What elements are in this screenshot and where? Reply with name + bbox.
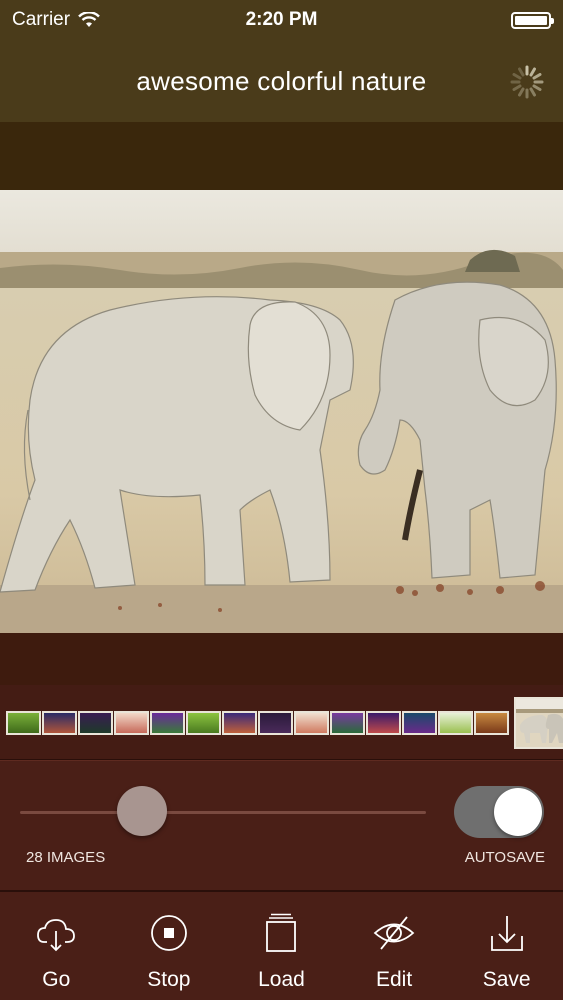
edit-label: Edit: [375, 968, 413, 991]
go-button[interactable]: Go: [11, 912, 101, 992]
page-title: awesome colorful nature: [136, 65, 427, 96]
thumbnail-item[interactable]: [42, 711, 77, 735]
cloud-download-icon: [37, 919, 76, 952]
top-band: [0, 122, 563, 190]
thumbnail-item[interactable]: [294, 711, 329, 735]
load-label: Load: [258, 968, 305, 991]
thumbnail-strip[interactable]: [0, 685, 563, 760]
edit-button[interactable]: Edit: [349, 912, 439, 992]
thumbnail-item[interactable]: [438, 711, 473, 735]
main-photo: [0, 190, 563, 633]
thumbnail-item[interactable]: [330, 711, 365, 735]
thumbnail-list: [6, 711, 509, 735]
thumbnail-item[interactable]: [366, 711, 401, 735]
thumbnail-item[interactable]: [186, 711, 221, 735]
nav-bar: awesome colorful nature: [0, 40, 563, 122]
stop-icon: [150, 915, 187, 951]
save-label: Save: [482, 968, 531, 991]
battery-icon: [511, 11, 554, 29]
status-bar: Carrier 2:20 PM: [0, 0, 563, 40]
wifi-icon: [78, 12, 100, 27]
stop-label: Stop: [147, 968, 191, 991]
carrier-label: Carrier: [12, 9, 71, 30]
load-button[interactable]: Load: [236, 912, 326, 992]
autosave-toggle-knob: [494, 788, 542, 836]
images-count-label: 28 IMAGES: [26, 849, 106, 866]
thumbnail-item[interactable]: [222, 711, 257, 735]
go-label: Go: [42, 968, 71, 991]
thumbnail-item[interactable]: [150, 711, 185, 735]
autosave-label: AUTOSAVE: [464, 849, 545, 866]
bottom-band: [0, 633, 563, 685]
status-left: Carrier: [12, 9, 100, 31]
thumbnail-item[interactable]: [474, 711, 509, 735]
loading-spinner-icon: [510, 65, 544, 99]
thumbnail-item[interactable]: [6, 711, 41, 735]
save-button[interactable]: Save: [462, 912, 552, 992]
thumbnail-item[interactable]: [114, 711, 149, 735]
thumbnail-item[interactable]: [402, 711, 437, 735]
thumbnail-item[interactable]: [258, 711, 293, 735]
elephants-photo: [0, 190, 563, 633]
image-count-slider-thumb[interactable]: [116, 786, 167, 836]
stop-button[interactable]: Stop: [124, 912, 214, 992]
eye-slash-icon: [373, 916, 415, 950]
download-tray-icon: [490, 916, 523, 951]
status-time: 2:20 PM: [245, 9, 318, 30]
bottom-toolbar: Go Stop Load Edit Save: [0, 890, 563, 1000]
stack-icon: [266, 913, 297, 952]
autosave-toggle[interactable]: [454, 786, 544, 838]
image-count-slider-track[interactable]: [20, 811, 426, 814]
thumbnail-item[interactable]: [78, 711, 113, 735]
controls-panel: 28 IMAGES AUTOSAVE: [0, 760, 563, 890]
selected-thumbnail-image: [516, 699, 563, 747]
app-screen: Carrier 2:20 PM awesome colorful nature: [0, 0, 563, 1000]
thumbnail-selected[interactable]: [514, 697, 563, 749]
